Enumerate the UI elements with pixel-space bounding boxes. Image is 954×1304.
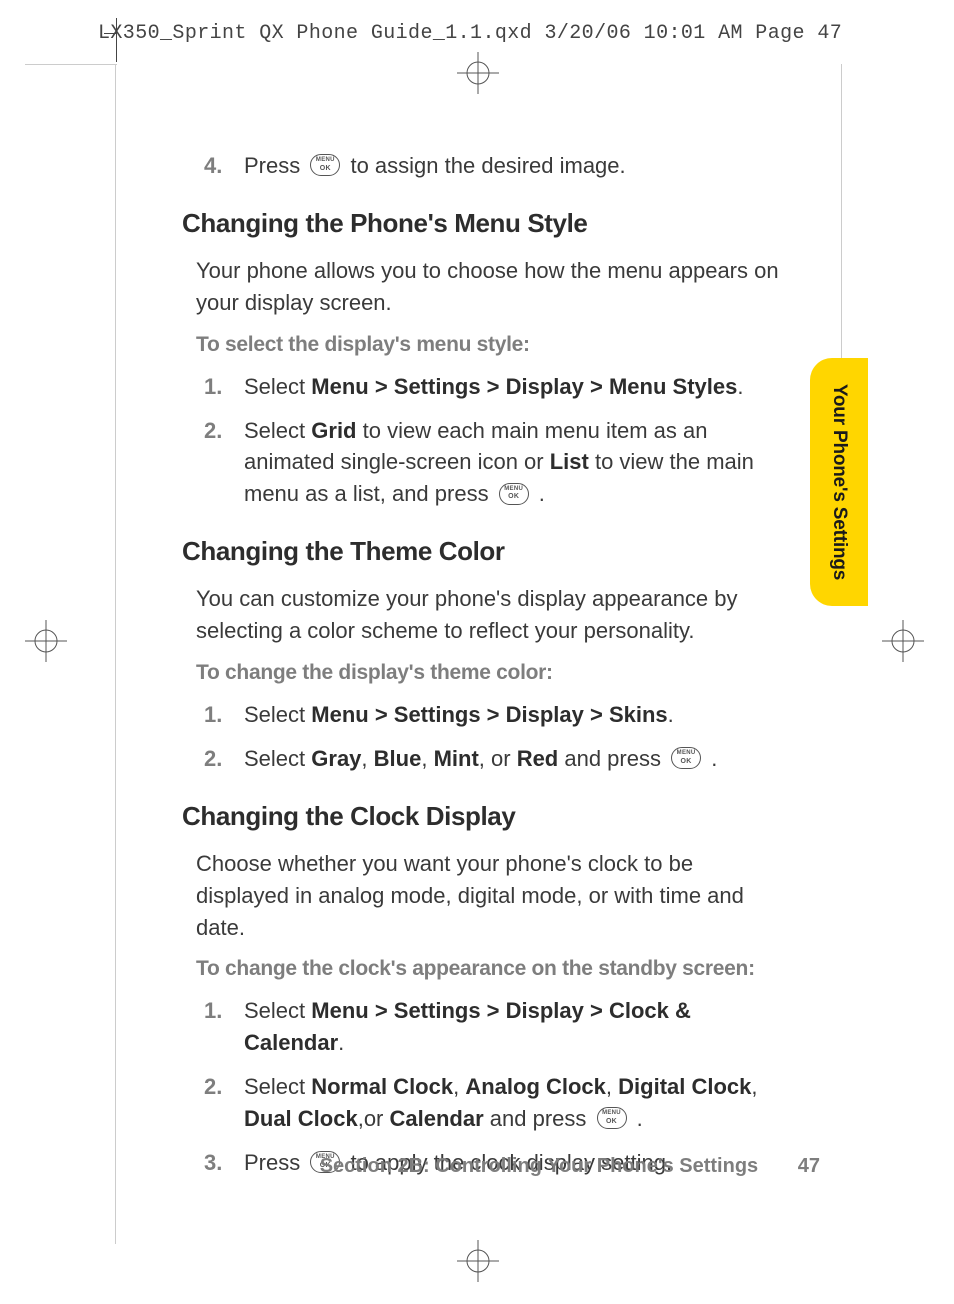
side-tab-label: Your Phone's Settings bbox=[828, 384, 850, 580]
registration-mark-icon bbox=[882, 620, 924, 662]
step-number: 1. bbox=[204, 371, 244, 403]
step-row: 1. Select Menu > Settings > Display > Cl… bbox=[204, 995, 792, 1059]
page-number: 47 bbox=[798, 1155, 820, 1178]
menu-ok-icon bbox=[671, 747, 701, 769]
paragraph: Your phone allows you to choose how the … bbox=[196, 255, 792, 319]
step-number: 2. bbox=[204, 1071, 244, 1135]
menu-ok-icon bbox=[499, 483, 529, 505]
step-row: 2. Select Normal Clock, Analog Clock, Di… bbox=[204, 1071, 792, 1135]
step-text: Select Gray, Blue, Mint, or Red and pres… bbox=[244, 743, 792, 775]
step-number: 1. bbox=[204, 699, 244, 731]
menu-ok-icon bbox=[597, 1107, 627, 1129]
crop-mark bbox=[104, 33, 116, 34]
step-text: Press to assign the desired image. bbox=[244, 150, 792, 182]
step-number: 2. bbox=[204, 415, 244, 511]
subheading: To change the display's theme color: bbox=[196, 661, 792, 685]
heading-theme-color: Changing the Theme Color bbox=[182, 536, 792, 567]
registration-mark-icon bbox=[25, 620, 67, 662]
subheading: To select the display's menu style: bbox=[196, 333, 792, 357]
step-row: 2. Select Grid to view each main menu it… bbox=[204, 415, 792, 511]
step-row: 4. Press to assign the desired image. bbox=[204, 150, 792, 182]
heading-clock-display: Changing the Clock Display bbox=[182, 801, 792, 832]
trim-line bbox=[25, 64, 117, 65]
subheading: To change the clock's appearance on the … bbox=[196, 957, 792, 981]
step-text: Select Menu > Settings > Display > Clock… bbox=[244, 995, 792, 1059]
registration-mark-icon bbox=[457, 1240, 499, 1282]
prepress-header: LX350_Sprint QX Phone Guide_1.1.qxd 3/20… bbox=[98, 22, 842, 45]
step-row: 2. Select Gray, Blue, Mint, or Red and p… bbox=[204, 743, 792, 775]
paragraph: You can customize your phone's display a… bbox=[196, 583, 792, 647]
step-text: Select Normal Clock, Analog Clock, Digit… bbox=[244, 1071, 792, 1135]
page-footer: Section 2B: Controlling Your Phone's Set… bbox=[180, 1155, 820, 1178]
step-row: 1. Select Menu > Settings > Display > Sk… bbox=[204, 699, 792, 731]
step-number: 2. bbox=[204, 743, 244, 775]
side-tab: Your Phone's Settings bbox=[810, 358, 868, 606]
step-text: Select Grid to view each main menu item … bbox=[244, 415, 792, 511]
registration-mark-icon bbox=[457, 52, 499, 94]
step-row: 1. Select Menu > Settings > Display > Me… bbox=[204, 371, 792, 403]
step-text: Select Menu > Settings > Display > Skins… bbox=[244, 699, 792, 731]
footer-section: Section 2B: Controlling Your Phone's Set… bbox=[320, 1155, 759, 1177]
step-number: 4. bbox=[204, 150, 244, 182]
crop-mark bbox=[116, 18, 117, 62]
step-text: Select Menu > Settings > Display > Menu … bbox=[244, 371, 792, 403]
paragraph: Choose whether you want your phone's clo… bbox=[196, 848, 792, 944]
step-number: 1. bbox=[204, 995, 244, 1059]
page-content: 4. Press to assign the desired image. Ch… bbox=[182, 150, 792, 1191]
trim-line bbox=[115, 64, 116, 1244]
heading-menu-style: Changing the Phone's Menu Style bbox=[182, 208, 792, 239]
menu-ok-icon bbox=[310, 154, 340, 176]
